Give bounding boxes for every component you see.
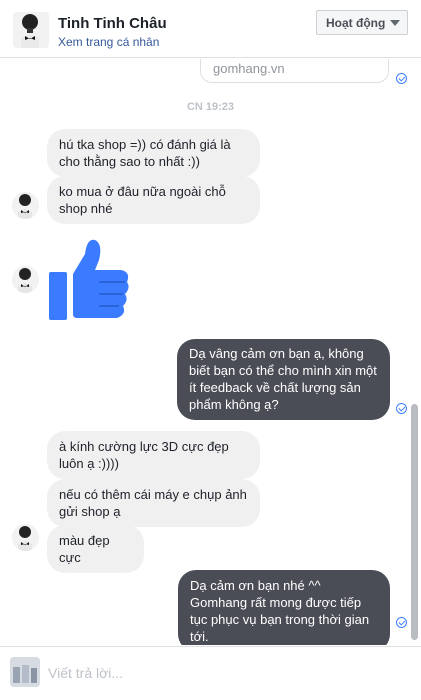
- contact-avatar[interactable]: [13, 12, 49, 48]
- message-bubble-outgoing: Dạ cảm ơn bạn nhé ^^ Gomhang rất mong đư…: [178, 570, 390, 645]
- message-bubble-incoming: hú tka shop =)) có đánh giá là cho thằng…: [47, 129, 260, 177]
- status-dropdown-label: Hoạt động: [326, 15, 386, 30]
- seen-check-icon: [396, 73, 407, 84]
- message-bubble-incoming: ko mua ở đâu nữa ngoài chỗ shop nhé: [47, 176, 260, 224]
- sender-avatar: [12, 266, 39, 293]
- reply-input[interactable]: [48, 659, 408, 687]
- status-dropdown-button[interactable]: Hoạt động: [316, 10, 408, 35]
- message-bubble-incoming: nếu có thêm cái máy e chụp ảnh gửi shop …: [47, 479, 260, 527]
- message-bubble-outgoing: Dạ vâng cảm ơn bạn ạ, không biết bạn có …: [177, 339, 390, 420]
- link-preview-card[interactable]: gomhang.vn: [200, 59, 389, 83]
- contact-name[interactable]: Tinh Tinh Châu: [58, 15, 167, 32]
- seen-check-icon: [396, 617, 407, 628]
- like-sticker: [47, 236, 131, 322]
- seen-check-icon: [396, 403, 407, 414]
- chevron-down-icon: [390, 20, 400, 26]
- conversation-scrollbar[interactable]: [411, 404, 418, 640]
- message-timestamp: CN 19:23: [186, 101, 235, 113]
- conversation-area[interactable]: gomhang.vn CN 19:23 hú tka shop =)) có đ…: [0, 59, 421, 645]
- chat-header: Tinh Tinh Châu Xem trang cá nhân Hoạt độ…: [0, 0, 421, 58]
- sender-avatar: [12, 192, 39, 219]
- view-profile-link[interactable]: Xem trang cá nhân: [58, 35, 159, 49]
- my-avatar: [10, 657, 40, 687]
- message-composer: [0, 646, 421, 700]
- link-preview-domain: gomhang.vn: [213, 61, 285, 76]
- message-bubble-incoming: màu đẹp cực: [47, 525, 144, 573]
- sender-avatar: [12, 524, 39, 551]
- thumbs-up-icon: [49, 239, 129, 320]
- message-bubble-incoming: à kính cường lực 3D cực đẹp luôn ạ :)))): [47, 431, 260, 479]
